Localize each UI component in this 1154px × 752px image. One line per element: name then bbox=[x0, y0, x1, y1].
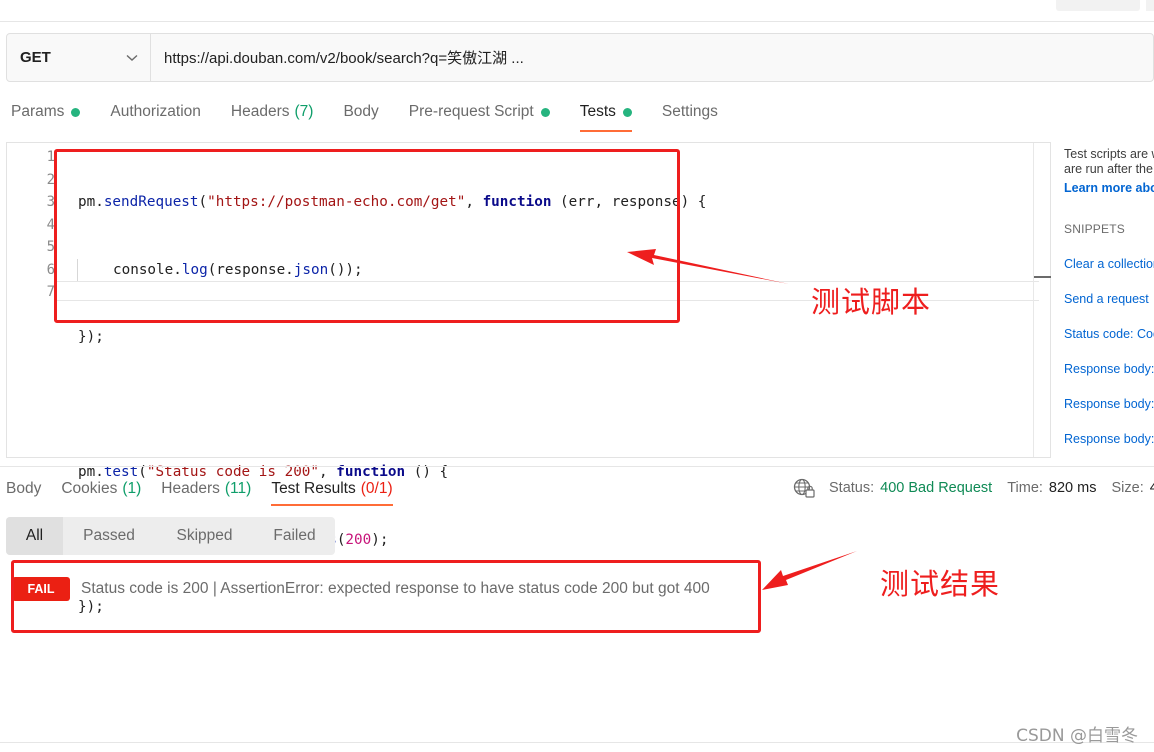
method-select[interactable]: GET bbox=[7, 34, 151, 81]
tab-tests-dot-icon bbox=[622, 107, 632, 117]
time-value[interactable]: 820 ms bbox=[1049, 480, 1097, 496]
snippet-clear-collection-variable[interactable]: Clear a collection variable bbox=[1064, 256, 1154, 272]
line-number: 5 bbox=[46, 239, 55, 255]
tab-response-body[interactable]: Body bbox=[6, 477, 41, 501]
time-label: Time: bbox=[1007, 480, 1043, 496]
line-number: 4 bbox=[46, 216, 55, 233]
watermark: CSDN @白雪冬 bbox=[1016, 726, 1138, 746]
tab-response-body-label: Body bbox=[6, 480, 42, 497]
tab-settings[interactable]: Settings bbox=[662, 100, 718, 124]
tab-test-results-label: Test Results bbox=[271, 480, 356, 497]
response-tabs: Body Cookies (1) Headers (11) Test Results… bbox=[6, 477, 413, 507]
size-value[interactable]: 4 bbox=[1150, 480, 1154, 496]
snippet-status-code[interactable]: Status code: Code is 200 bbox=[1064, 326, 1154, 342]
tab-authorization[interactable]: Authorization bbox=[110, 100, 200, 124]
method-label: GET bbox=[20, 49, 51, 66]
tab-test-results-count: (0/1) bbox=[360, 480, 393, 497]
top-tab-stub[interactable] bbox=[1056, 0, 1140, 11]
tab-pre-request-dot-icon bbox=[540, 107, 550, 117]
tab-pre-request-script[interactable]: Pre-request Script bbox=[409, 100, 550, 124]
snippet-response-body-equal[interactable]: Response body: Is equal to a string bbox=[1064, 431, 1154, 447]
tab-authorization-label: Authorization bbox=[110, 103, 201, 120]
tab-response-headers[interactable]: Headers (11) bbox=[161, 477, 251, 501]
tab-cookies-label: Cookies bbox=[61, 480, 118, 497]
snippet-response-body-contains[interactable]: Response body: Contains string bbox=[1064, 361, 1154, 377]
response-status: Status: 400 Bad Request Time: 820 ms Siz… bbox=[793, 478, 1154, 498]
script-annotation-box bbox=[54, 149, 680, 323]
tab-headers-count: (7) bbox=[294, 103, 314, 120]
result-annotation-box bbox=[11, 560, 761, 633]
tab-cookies-count: (1) bbox=[122, 480, 142, 497]
tab-settings-label: Settings bbox=[661, 103, 718, 120]
line-number: 2 bbox=[46, 171, 55, 188]
globe-lock-icon[interactable] bbox=[793, 478, 815, 498]
tab-pre-request-script-label: Pre-request Script bbox=[408, 103, 534, 120]
tab-test-results[interactable]: Test Results (0/1) bbox=[271, 477, 393, 506]
url-input[interactable] bbox=[151, 34, 1153, 81]
snippet-response-body-json[interactable]: Response body: JSON value check bbox=[1064, 396, 1154, 412]
tab-tests-label: Tests bbox=[579, 103, 616, 120]
filter-all[interactable]: All bbox=[6, 517, 63, 555]
tab-params[interactable]: Params bbox=[11, 100, 81, 124]
line-number: 7 bbox=[46, 284, 55, 300]
tab-tests[interactable]: Tests bbox=[579, 100, 633, 132]
top-tab-stub-2[interactable] bbox=[1146, 0, 1154, 11]
url-bar: GET bbox=[6, 33, 1154, 82]
tab-response-headers-count: (11) bbox=[224, 480, 252, 497]
filter-failed[interactable]: Failed bbox=[254, 517, 335, 555]
line-number: 1 bbox=[46, 149, 55, 165]
snippets-heading: SNIPPETS bbox=[1064, 222, 1125, 236]
editor-scrollbar[interactable] bbox=[1033, 143, 1034, 457]
snippets-description-2: are run after the response is received. bbox=[1064, 162, 1154, 176]
request-tabs: Params Authorization Headers (7) Body Pre… bbox=[11, 100, 748, 132]
top-bar bbox=[0, 0, 1154, 22]
filter-skipped[interactable]: Skipped bbox=[155, 517, 254, 555]
code-line: }); bbox=[78, 329, 104, 345]
tab-response-headers-label: Headers bbox=[161, 480, 220, 497]
chevron-down-icon bbox=[126, 54, 138, 61]
learn-more-link[interactable]: Learn more about tests scripts bbox=[1064, 181, 1154, 196]
bottom-divider bbox=[0, 742, 1154, 743]
status-label: Status: bbox=[829, 480, 875, 496]
test-result-filters: All Passed Skipped Failed bbox=[6, 517, 335, 555]
result-arrow bbox=[762, 551, 857, 590]
snippet-send-request[interactable]: Send a request bbox=[1064, 291, 1154, 307]
line-number: 6 bbox=[46, 261, 55, 278]
snippets-description-1: Test scripts are written in JavaScript, … bbox=[1064, 147, 1154, 161]
script-annotation-label: 测试脚本 bbox=[811, 285, 932, 319]
editor-scroll-marker bbox=[1034, 276, 1051, 278]
filter-passed[interactable]: Passed bbox=[63, 517, 155, 555]
tab-cookies[interactable]: Cookies (1) bbox=[61, 477, 141, 501]
line-number: 3 bbox=[46, 194, 55, 210]
tab-body[interactable]: Body bbox=[343, 100, 378, 124]
line-number-gutter: 1 2 3 4 5 6 7 bbox=[7, 146, 55, 304]
tab-params-label: Params bbox=[11, 103, 65, 120]
snippets-panel: Test scripts are written in JavaScript, … bbox=[1064, 147, 1154, 447]
tab-headers-label: Headers bbox=[230, 103, 290, 120]
tab-headers[interactable]: Headers (7) bbox=[231, 100, 314, 124]
tab-body-label: Body bbox=[343, 103, 379, 120]
result-annotation-label: 测试结果 bbox=[880, 567, 1001, 601]
tab-params-dot-icon bbox=[71, 107, 81, 117]
status-value[interactable]: 400 Bad Request bbox=[880, 480, 992, 496]
panel-divider[interactable] bbox=[0, 466, 1154, 467]
size-label: Size: bbox=[1111, 480, 1144, 496]
